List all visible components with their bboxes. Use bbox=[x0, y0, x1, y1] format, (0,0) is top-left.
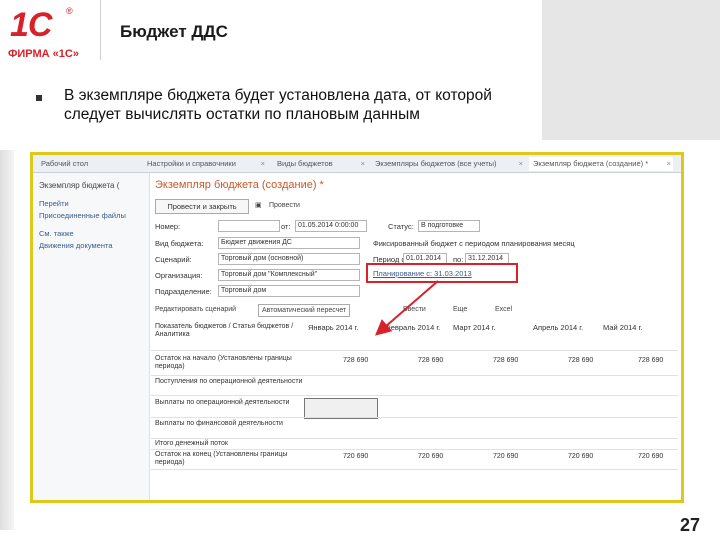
company-logo: 1С ® ФИРМА «1С» bbox=[8, 6, 94, 66]
page-number: 27 bbox=[679, 515, 700, 535]
bullet-text: В экземпляре бюджета будет установлена д… bbox=[64, 87, 492, 123]
arrow-icon bbox=[374, 280, 439, 336]
logo-mark: 1С bbox=[10, 6, 52, 44]
slide-title: Бюджет ДДС bbox=[120, 22, 228, 41]
logo-caption: ФИРМА «1С» bbox=[8, 48, 79, 60]
app-screenshot: Рабочий стол Настройки и справочники × Ви… bbox=[30, 152, 684, 503]
logo-registered: ® bbox=[66, 6, 73, 16]
bullet-icon bbox=[36, 95, 42, 101]
decorative-block bbox=[542, 0, 720, 140]
title-divider bbox=[100, 0, 101, 60]
side-shadow bbox=[0, 150, 14, 530]
